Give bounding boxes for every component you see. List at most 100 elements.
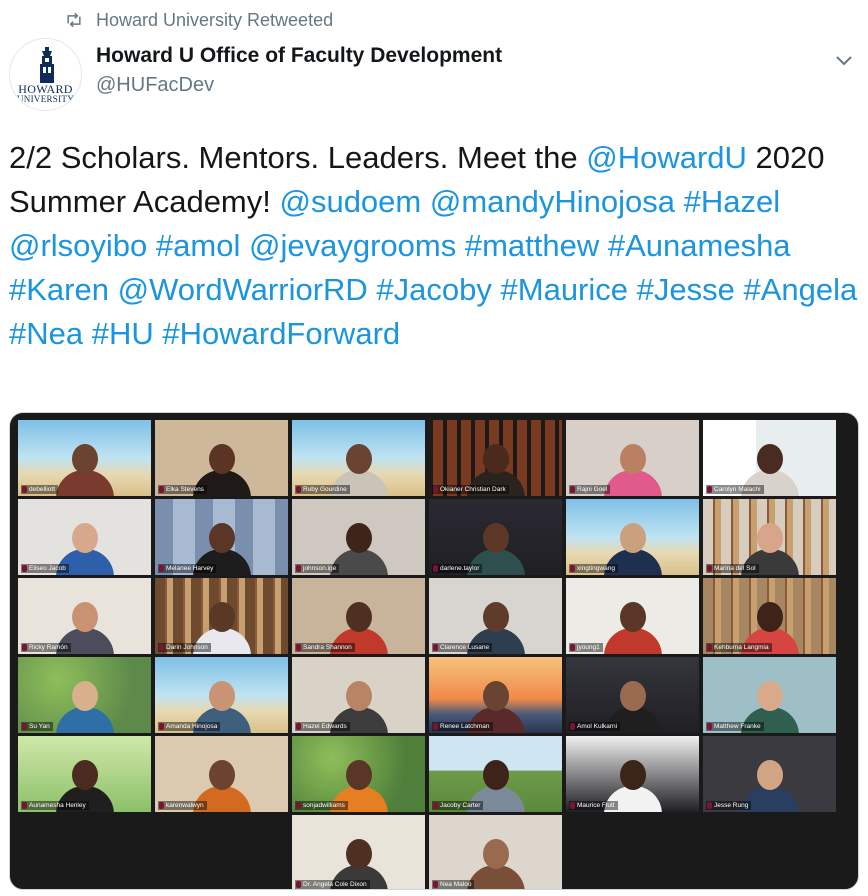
video-tile[interactable]: Hazel Edwards — [292, 657, 425, 733]
hashtag-link[interactable]: #Angela — [744, 272, 858, 307]
howard-tower-logo — [40, 47, 54, 83]
hashtag-link[interactable]: #Jacoby — [376, 272, 491, 307]
video-tile[interactable]: johnson.ige — [292, 499, 425, 575]
participant-name: Nea Maloo — [432, 880, 475, 889]
tweet-text-segment — [735, 272, 744, 307]
author-name[interactable]: Howard U Office of Faculty Development — [96, 44, 502, 68]
video-tile[interactable]: Amanda Hinojosa — [155, 657, 288, 733]
video-tile[interactable]: Dr. Angela Cole Dixon — [292, 815, 425, 889]
video-tile[interactable]: Ruby Gourdine — [292, 420, 425, 496]
participant-name: Okianer Christian Dark — [432, 485, 509, 494]
video-tile[interactable]: Kehbuma Langmia — [703, 578, 836, 654]
video-tile[interactable]: Jacoby Carter — [429, 736, 562, 812]
video-tile[interactable]: karenwalwyn — [155, 736, 288, 812]
avatar[interactable]: HOWARD UNIVERSITY — [9, 38, 82, 111]
author-handle[interactable]: @HUFacDev — [96, 74, 502, 97]
tweet-text-segment — [147, 228, 156, 263]
video-tile[interactable]: darlene.taylor — [429, 499, 562, 575]
video-tile[interactable]: Nea Maloo — [429, 815, 562, 889]
tweet-text-segment — [109, 272, 118, 307]
avatar-logo-line2: UNIVERSITY — [17, 94, 74, 104]
participant-figure — [55, 444, 114, 496]
tweet-media-zoom-grid[interactable]: debelliott Elka Stevens Ruby Gourdine Okian… — [9, 412, 859, 890]
hashtag-link[interactable]: #Hazel — [684, 184, 781, 219]
tweet-text-segment — [240, 228, 249, 263]
video-tile[interactable]: Clarence Lusane — [429, 578, 562, 654]
tweet-text-segment — [83, 316, 92, 351]
video-tile[interactable]: Darin Johnson — [155, 578, 288, 654]
video-tile[interactable]: Rajni Goel — [566, 420, 699, 496]
participant-name: Renee Latchman — [432, 722, 493, 731]
tweet-text-segment — [599, 228, 608, 263]
avatar-logo-line1: HOWARD — [18, 82, 73, 96]
participant-name: Sandra Shannon — [295, 643, 355, 652]
mention-link[interactable]: @jevaygrooms — [249, 228, 456, 263]
hashtag-link[interactable]: #HU — [92, 316, 154, 351]
hashtag-link[interactable]: #HowardForward — [162, 316, 400, 351]
participant-name: Eliseo Jacob — [21, 564, 69, 573]
participant-name: Elka Stevens — [158, 485, 207, 494]
participant-name: Dr. Angela Cole Dixon — [295, 880, 370, 889]
hashtag-link[interactable]: #Nea — [9, 316, 83, 351]
video-tile[interactable]: Okianer Christian Dark — [429, 420, 562, 496]
participant-name: Aunamesha Henley — [21, 801, 89, 810]
participant-figure — [603, 602, 662, 654]
video-tile[interactable]: Marina del Sol — [703, 499, 836, 575]
tweet-text-segment — [675, 184, 684, 219]
hashtag-link[interactable]: #Maurice — [501, 272, 629, 307]
mention-link[interactable]: @mandyHinojosa — [430, 184, 675, 219]
tweet-text-segment — [456, 228, 465, 263]
participant-name: darlene.taylor — [432, 564, 483, 573]
video-tile[interactable]: jyoung1 — [566, 578, 699, 654]
video-tile[interactable]: Aunamesha Henley — [18, 736, 151, 812]
avatar-logo-text: HOWARD UNIVERSITY — [10, 82, 81, 104]
mention-link[interactable]: @WordWarriorRD — [118, 272, 368, 307]
participant-name: Clarence Lusane — [432, 643, 493, 652]
participant-name: Ruby Gourdine — [295, 485, 350, 494]
participant-name: Maurice Flutt — [569, 801, 618, 810]
mention-link[interactable]: @sudoem — [279, 184, 421, 219]
hashtag-link[interactable]: #Aunamesha — [608, 228, 791, 263]
participant-name: Melanee Harvey — [158, 564, 217, 573]
participant-name: Rajni Goel — [569, 485, 611, 494]
participant-name: sonjadwilliams — [295, 801, 348, 810]
video-tile[interactable]: Elka Stevens — [155, 420, 288, 496]
chevron-down-icon[interactable] — [832, 48, 856, 72]
participant-name: johnson.ige — [295, 564, 340, 573]
hashtag-link[interactable]: #matthew — [465, 228, 599, 263]
participant-name: Amanda Hinojosa — [158, 722, 221, 731]
participant-name: jyoung1 — [569, 643, 603, 652]
video-tile[interactable]: Jesse Rung — [703, 736, 836, 812]
video-tile[interactable]: Su Yan — [18, 657, 151, 733]
video-tile[interactable]: Matthew Franke — [703, 657, 836, 733]
mention-link[interactable]: @HowardU — [586, 140, 747, 175]
video-tile[interactable]: Sandra Shannon — [292, 578, 425, 654]
mention-link[interactable]: @rlsoyibo — [9, 228, 147, 263]
video-tile[interactable]: Eliseo Jacob — [18, 499, 151, 575]
video-tile[interactable]: Melanee Harvey — [155, 499, 288, 575]
video-tile[interactable]: debelliott — [18, 420, 151, 496]
participant-name: Kehbuma Langmia — [706, 643, 772, 652]
retweet-icon — [62, 8, 86, 32]
participant-name: Amol Kulkarni — [569, 722, 621, 731]
video-tile[interactable]: Carolyn Malachi — [703, 420, 836, 496]
video-tile[interactable]: Renee Latchman — [429, 657, 562, 733]
participant-figure — [603, 444, 662, 496]
author-block[interactable]: Howard U Office of Faculty Development @… — [96, 44, 502, 97]
participant-name: Carolyn Malachi — [706, 485, 764, 494]
video-tile[interactable]: sonjadwilliams — [292, 736, 425, 812]
retweet-label: Howard University Retweeted — [96, 9, 334, 30]
participant-name: Ricky Ramón — [21, 643, 71, 652]
video-tile[interactable]: Maurice Flutt — [566, 736, 699, 812]
video-tile[interactable]: Amol Kulkarni — [566, 657, 699, 733]
hashtag-link[interactable]: #Jesse — [637, 272, 735, 307]
video-tile[interactable]: Ricky Ramón — [18, 578, 151, 654]
video-tile[interactable]: xingtingwang — [566, 499, 699, 575]
participant-figure — [466, 839, 525, 889]
participant-name: Matthew Franke — [706, 722, 764, 731]
hashtag-link[interactable]: #amol — [156, 228, 240, 263]
participant-name: karenwalwyn — [158, 801, 207, 810]
hashtag-link[interactable]: #Karen — [9, 272, 109, 307]
retweet-context[interactable]: Howard University Retweeted — [62, 8, 333, 32]
tweet-text-segment: 2/2 Scholars. Mentors. Leaders. Meet the — [9, 140, 587, 175]
